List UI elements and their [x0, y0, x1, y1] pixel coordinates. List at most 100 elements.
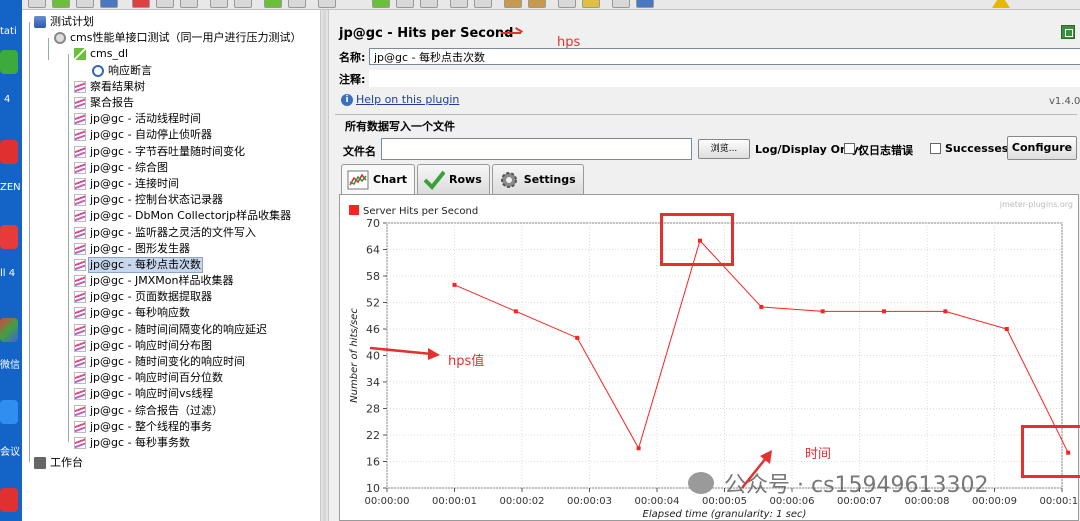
toolbar-button[interactable]	[100, 0, 118, 8]
file-writer-group: 所有数据写入一个文件 文件名 浏览... Log/Display Only: 仅…	[335, 114, 1077, 164]
tree-node[interactable]: jp@gc - 响应时间vs线程	[22, 386, 320, 402]
annotation-time: 时间	[805, 447, 832, 462]
help-link[interactable]: Help on this plugin	[356, 93, 459, 106]
toolbar-button[interactable]	[636, 0, 654, 8]
toolbar-button[interactable]	[234, 0, 252, 8]
tree-node[interactable]: jp@gc - 活动线程时间	[22, 111, 320, 127]
tree-node[interactable]: jp@gc - 每秒点击次数	[22, 256, 320, 273]
name-input[interactable]	[369, 48, 1080, 65]
toolbar-button[interactable]	[318, 0, 336, 8]
tree-node[interactable]: 响应断言	[22, 63, 320, 79]
tree-node[interactable]: cms_dl	[22, 46, 320, 62]
app-icon-green[interactable]	[0, 50, 18, 74]
tree-node[interactable]: jp@gc - 图形发生器	[22, 241, 320, 257]
tree-node[interactable]: jp@gc - 自动停止侦听器	[22, 127, 320, 143]
configure-button[interactable]: Configure	[1007, 136, 1077, 160]
toolbar-button[interactable]	[474, 0, 492, 8]
desktop-label: 4	[4, 94, 11, 105]
tree-node[interactable]: 测试计划	[22, 14, 320, 30]
help-row: i Help on this plugin	[341, 93, 459, 106]
toolbar-button[interactable]	[264, 0, 282, 8]
toolbar-button[interactable]	[28, 0, 46, 8]
comment-label: 注释:	[339, 72, 366, 86]
toolbar-button[interactable]	[420, 0, 438, 8]
toolbar-button[interactable]	[132, 0, 150, 8]
tree-node[interactable]: jp@gc - 监听器之灵活的文件写入	[22, 224, 320, 240]
legend-swatch	[349, 205, 359, 215]
toolbar-button[interactable]	[372, 0, 390, 8]
toolbar-button[interactable]	[180, 0, 198, 8]
tab-settings-label: Settings	[523, 173, 576, 186]
x-tick-label: 00:00:03	[567, 496, 612, 507]
toolbar-button[interactable]	[450, 0, 468, 8]
toolbar-button[interactable]	[396, 0, 414, 8]
warning-icon[interactable]	[992, 0, 1010, 8]
tree-node[interactable]: jp@gc - 整个线程的事务	[22, 419, 320, 435]
tree-node[interactable]: jp@gc - 每秒事务数	[22, 435, 320, 451]
toolbar-button[interactable]	[52, 0, 70, 8]
toolbar-button[interactable]	[504, 0, 522, 8]
tree-node[interactable]: jp@gc - DbMon Collectorjp样品收集器	[22, 208, 320, 224]
tree-node-label: jp@gc - 综合报告（过滤）	[90, 403, 224, 417]
toolbar-button[interactable]	[558, 0, 576, 8]
listener-icon	[74, 436, 86, 449]
tree-node[interactable]: jp@gc - 控制台状态记录器	[22, 192, 320, 208]
tree-node[interactable]: cms性能单接口测试（同一用户进行压力测试）	[22, 30, 320, 46]
tab-rows-label: Rows	[449, 173, 482, 186]
tree-node[interactable]: jp@gc - 字节吞吐量随时间变化	[22, 144, 320, 160]
browse-button[interactable]: 浏览...	[698, 139, 750, 159]
tree-node-label: 测试计划	[50, 15, 94, 29]
tree-node[interactable]: jp@gc - 页面数据提取器	[22, 289, 320, 305]
tree-node-label: jp@gc - 随时间变化的响应时间	[90, 355, 246, 369]
toolbar-button[interactable]	[76, 0, 94, 8]
expand-icon[interactable]	[1061, 25, 1075, 39]
tree-node[interactable]: 工作台	[22, 455, 320, 471]
tree-node[interactable]: jp@gc - 响应时间分布图	[22, 338, 320, 354]
comment-input[interactable]	[369, 70, 1080, 87]
splitter[interactable]	[320, 10, 329, 521]
tab-chart[interactable]: Chart	[341, 164, 416, 194]
toolbar-button[interactable]	[288, 0, 306, 8]
listener-icon	[74, 356, 86, 369]
tree-node-label: cms性能单接口测试（同一用户进行压力测试）	[70, 31, 302, 45]
desktop-label: tati	[0, 26, 17, 37]
tree-node[interactable]: jp@gc - JMXMon样品收集器	[22, 273, 320, 289]
toolbar-button[interactable]	[156, 0, 174, 8]
tree-node[interactable]: jp@gc - 随时间间隔变化的响应延迟	[22, 322, 320, 338]
tree-node-label: jp@gc - 整个线程的事务	[90, 419, 213, 433]
listener-icon	[74, 129, 86, 142]
tree-node-label: jp@gc - 连接时间	[90, 176, 180, 190]
tree-node[interactable]: jp@gc - 每秒响应数	[22, 305, 320, 321]
tree-node-label: jp@gc - 监听器之灵活的文件写入	[90, 225, 257, 239]
listener-icon	[74, 113, 86, 126]
successes-checkbox[interactable]	[930, 143, 941, 154]
tree-node[interactable]: 聚合报告	[22, 95, 320, 111]
app-icon-multicolor[interactable]	[0, 318, 18, 342]
data-point	[513, 309, 518, 314]
tree-node[interactable]: jp@gc - 响应时间百分位数	[22, 370, 320, 386]
tree-node-label: jp@gc - 活动线程时间	[90, 112, 202, 126]
toolbar-button[interactable]	[582, 0, 600, 8]
tree-node[interactable]: jp@gc - 综合图	[22, 160, 320, 176]
tree-node[interactable]: jp@gc - 综合报告（过滤）	[22, 403, 320, 419]
toolbar-button[interactable]	[612, 0, 630, 8]
tab-rows[interactable]: Rows	[417, 164, 490, 194]
listener-icon	[74, 210, 86, 223]
tab-settings[interactable]: Settings	[491, 164, 584, 194]
app-icon-red-3[interactable]	[0, 488, 18, 512]
errors-only-checkbox[interactable]	[844, 143, 855, 154]
app-icon-red[interactable]	[0, 140, 18, 164]
tree-node-label: cms_dl	[90, 47, 129, 61]
y-tick-label: 10	[366, 482, 380, 495]
tree-node[interactable]: jp@gc - 连接时间	[22, 176, 320, 192]
app-icon-blue[interactable]	[0, 400, 18, 424]
data-point	[1004, 327, 1009, 331]
tree-node[interactable]: 察看结果树	[22, 79, 320, 95]
tree-node-label: jp@gc - JMXMon样品收集器	[90, 274, 234, 288]
name-label: 名称:	[339, 50, 366, 64]
toolbar-button[interactable]	[528, 0, 546, 8]
filename-input[interactable]	[381, 138, 692, 160]
app-icon-red-2[interactable]	[0, 225, 18, 249]
tree-node[interactable]: jp@gc - 随时间变化的响应时间	[22, 354, 320, 370]
toolbar-button[interactable]	[210, 0, 228, 8]
